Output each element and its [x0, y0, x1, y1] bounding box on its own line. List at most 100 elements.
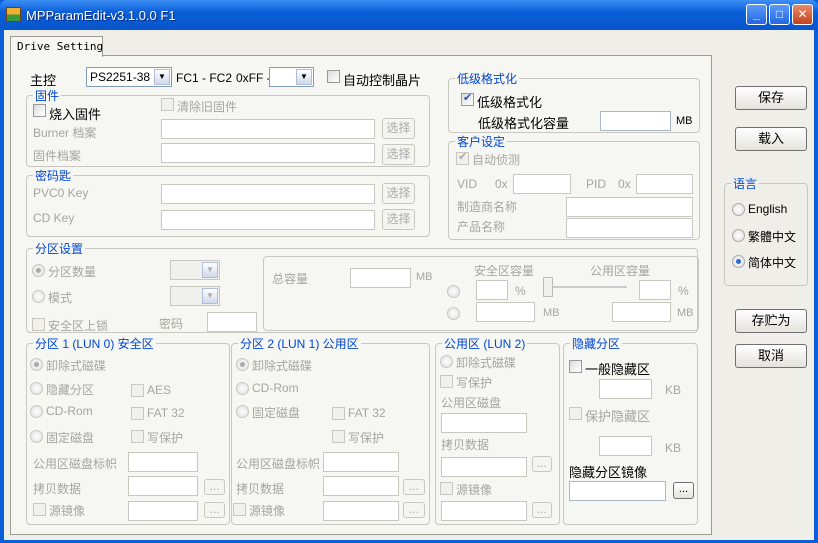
- p3-copy-browse-button[interactable]: ...: [532, 456, 552, 472]
- radio-cap-mb[interactable]: [447, 307, 460, 320]
- radio-traditional-chinese[interactable]: [732, 229, 745, 242]
- normal-hidden-input[interactable]: [599, 379, 652, 399]
- maker-input[interactable]: [566, 197, 693, 217]
- clear-firmware-label: 清除旧固件: [177, 100, 238, 114]
- cd-key-input[interactable]: [161, 210, 375, 230]
- p2-mirror-browse-button[interactable]: ...: [403, 502, 425, 518]
- secure-mb-input[interactable]: [476, 302, 535, 322]
- p3-removable-label: 卸除式磁碟: [456, 356, 517, 370]
- burn-firmware-checkbox[interactable]: [33, 104, 46, 117]
- p2-radio-fixed[interactable]: [236, 405, 249, 418]
- radio-english[interactable]: [732, 203, 745, 216]
- radio-cap-percent[interactable]: [447, 285, 460, 298]
- public-mb-input[interactable]: [612, 302, 671, 322]
- public-pct-input[interactable]: [639, 280, 671, 300]
- p2-wp-checkbox[interactable]: [332, 430, 345, 443]
- p1-disk-label-input[interactable]: [128, 452, 198, 472]
- clear-firmware-checkbox[interactable]: [161, 98, 174, 111]
- p1-mirror-browse-button[interactable]: ...: [204, 502, 225, 518]
- password-input[interactable]: [207, 312, 257, 332]
- save-as-button[interactable]: 存贮为: [735, 309, 807, 333]
- lowformat-checkbox[interactable]: [461, 91, 474, 106]
- app-icon: [6, 7, 21, 22]
- controller-select[interactable]: PS2251-38 ▼: [86, 67, 172, 87]
- hidden-image-input[interactable]: [569, 481, 666, 501]
- p1-radio-fixed[interactable]: [30, 430, 43, 443]
- pvc0-select-button[interactable]: 选择: [382, 183, 415, 204]
- maximize-button[interactable]: □: [769, 4, 790, 25]
- radio-partition-count[interactable]: [32, 264, 45, 277]
- p1-copy-browse-button[interactable]: ...: [204, 479, 225, 495]
- cancel-button[interactable]: 取消: [735, 344, 807, 368]
- lowformat-cap-input[interactable]: [600, 111, 671, 131]
- pid-input[interactable]: [636, 174, 693, 194]
- p1-mirror-checkbox[interactable]: [33, 503, 46, 516]
- maker-label: 制造商名称: [457, 200, 518, 214]
- p2-radio-removable[interactable]: [236, 358, 249, 371]
- p2-copy-browse-button[interactable]: ...: [403, 479, 425, 495]
- firmware-select-button[interactable]: 选择: [382, 144, 415, 165]
- secure-pct-unit: %: [515, 284, 526, 298]
- partition-title: 分区设置: [33, 240, 86, 257]
- p1-radio-removable[interactable]: [30, 358, 43, 371]
- secure-pct-input[interactable]: [476, 280, 508, 300]
- burner-file-input[interactable]: [161, 119, 375, 139]
- partition2-title: 分区 2 (LUN 1) 公用区: [238, 335, 361, 352]
- hidden-image-browse-button[interactable]: ...: [673, 482, 694, 499]
- ff-select[interactable]: ▼: [269, 67, 314, 87]
- p2-mirror-input[interactable]: [323, 501, 399, 521]
- p1-mirror-input[interactable]: [128, 501, 198, 521]
- p2-cdrom-label: CD-Rom: [252, 381, 299, 395]
- pvc0-input[interactable]: [161, 184, 375, 204]
- p2-copy-input[interactable]: [323, 476, 399, 496]
- normal-hidden-unit: KB: [665, 383, 682, 397]
- p1-radio-cdrom[interactable]: [30, 405, 43, 418]
- close-button[interactable]: ✕: [792, 4, 813, 25]
- partition-count-select[interactable]: ▼: [170, 260, 220, 280]
- normal-hidden-checkbox[interactable]: [569, 360, 582, 373]
- firmware-file-input[interactable]: [161, 143, 375, 163]
- total-cap-input[interactable]: [350, 268, 411, 288]
- p3-radio-removable[interactable]: [440, 355, 453, 368]
- p1-cdrom-label: CD-Rom: [46, 404, 93, 418]
- product-input[interactable]: [566, 218, 693, 238]
- p2-disk-label-input[interactable]: [323, 452, 399, 472]
- p3-wp-checkbox[interactable]: [440, 375, 453, 388]
- p1-wp-checkbox[interactable]: [131, 430, 144, 443]
- load-button[interactable]: 载入: [735, 127, 807, 151]
- p3-mirror-browse-button[interactable]: ...: [532, 502, 552, 518]
- p1-aes-checkbox[interactable]: [131, 384, 144, 397]
- p2-mirror-label: 源镜像: [249, 504, 286, 518]
- secure-lock-checkbox[interactable]: [32, 318, 45, 331]
- p3-copy-input[interactable]: [441, 457, 527, 477]
- tab-drive-setting[interactable]: Drive Setting: [10, 36, 103, 57]
- auto-chip-checkbox[interactable]: [327, 70, 340, 83]
- radio-mode[interactable]: [32, 290, 45, 303]
- p3-mirror-checkbox[interactable]: [440, 482, 453, 495]
- protect-hidden-checkbox[interactable]: [569, 407, 582, 420]
- cd-key-select-button[interactable]: 选择: [382, 209, 415, 230]
- hidden-image-label: 隐藏分区镜像: [569, 465, 648, 480]
- p2-radio-cdrom[interactable]: [236, 382, 249, 395]
- save-button[interactable]: 保存: [735, 86, 807, 110]
- capacity-slider-thumb[interactable]: [543, 277, 553, 297]
- auto-detect-checkbox[interactable]: [456, 150, 469, 165]
- p3-mirror-input[interactable]: [441, 501, 527, 521]
- lowformat-title: 低级格式化: [455, 70, 520, 87]
- burner-select-button[interactable]: 选择: [382, 118, 415, 139]
- title-bar: MPParamEdit-v3.1.0.0 F1 _ □ ✕: [0, 0, 818, 30]
- radio-simplified-chinese[interactable]: [732, 255, 745, 268]
- p1-copy-input[interactable]: [128, 476, 198, 496]
- minimize-button[interactable]: _: [746, 4, 767, 25]
- p1-radio-hidden[interactable]: [30, 382, 43, 395]
- p2-fat32-checkbox[interactable]: [332, 407, 345, 420]
- product-label: 产品名称: [457, 220, 506, 234]
- p1-fat32-checkbox[interactable]: [131, 407, 144, 420]
- protect-hidden-input[interactable]: [599, 436, 652, 456]
- lang-sc-label: 简体中文: [748, 256, 797, 270]
- p2-mirror-checkbox[interactable]: [233, 503, 246, 516]
- mode-select[interactable]: ▼: [170, 286, 220, 306]
- vid-input[interactable]: [513, 174, 571, 194]
- p1-wp-label: 写保护: [147, 431, 184, 445]
- p3-disk-input[interactable]: [441, 413, 527, 433]
